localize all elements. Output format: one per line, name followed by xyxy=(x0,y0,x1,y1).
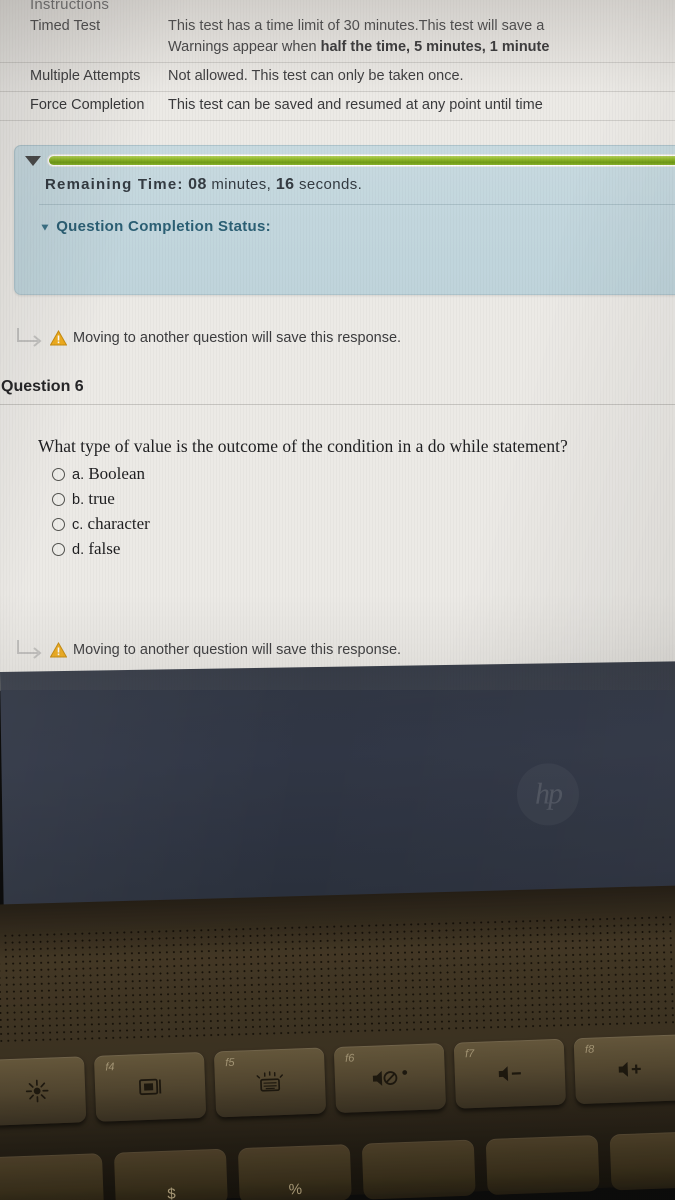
volume-down-icon xyxy=(498,1066,521,1082)
key-f8-label: f8 xyxy=(584,1043,595,1056)
remaining-time-label: Remaining Time: xyxy=(45,176,184,193)
instructions-value-force-completion: This test can be saved and resumed at an… xyxy=(168,97,543,114)
instructions-heading: Instructions xyxy=(30,0,110,10)
instructions-row-force-completion: Force Completion This test can be saved … xyxy=(0,92,675,121)
save-response-warning-text-bottom: Moving to another question will save thi… xyxy=(73,642,402,658)
answer-option-d[interactable]: d. false xyxy=(52,537,675,562)
number-key-percent[interactable]: % xyxy=(237,1144,352,1200)
remaining-minutes-value: 08 xyxy=(188,176,207,193)
answer-option-c[interactable]: c. character xyxy=(52,512,675,537)
question-completion-status-toggle[interactable]: ▼ Question Completion Status: xyxy=(15,205,675,235)
save-response-warning-top: Moving to another question will save thi… xyxy=(14,326,401,350)
mute-speaker-icon xyxy=(372,1070,408,1086)
radio-button-b[interactable] xyxy=(52,492,65,506)
test-instructions-panel: Instructions Timed Test This test has a … xyxy=(0,0,675,121)
save-response-warning-text-top: Moving to another question will save thi… xyxy=(73,330,402,346)
question-heading: Question 6 xyxy=(1,378,84,395)
timed-test-line2-pre: Warnings appear when xyxy=(168,39,321,56)
instructions-label-multiple-attempts: Multiple Attempts xyxy=(30,68,141,85)
instructions-label-timed-test: Timed Test xyxy=(30,18,101,34)
answer-option-c-letter: c. xyxy=(72,517,84,534)
timer-bar-row xyxy=(15,146,675,167)
key-f7-volume-down[interactable]: f7 xyxy=(453,1038,567,1109)
remaining-minutes-unit: minutes, xyxy=(211,176,272,193)
return-arrow-icon xyxy=(17,640,42,659)
number-key-dollar[interactable]: $ xyxy=(113,1148,228,1200)
answer-option-b-letter: b. xyxy=(72,492,85,509)
answer-option-c-label: c. character xyxy=(72,514,150,534)
number-key-5[interactable] xyxy=(485,1134,600,1196)
keyboard-backlight-icon xyxy=(256,1071,284,1092)
key-f5-keyboard-backlight[interactable]: f5 xyxy=(213,1047,327,1118)
number-key-1[interactable] xyxy=(0,1153,104,1200)
key-brightness-up[interactable] xyxy=(0,1056,87,1126)
remaining-seconds-value: 16 xyxy=(275,176,295,193)
double-chevron-down-icon: ▼ xyxy=(39,220,52,233)
radio-button-d[interactable] xyxy=(52,542,65,556)
answer-options-list: a. Boolean b. true c. character d. false xyxy=(52,462,675,562)
answer-option-b-text: true xyxy=(88,489,115,509)
key-f6-mute[interactable]: f6 xyxy=(333,1043,447,1114)
number-key-6[interactable] xyxy=(609,1130,675,1191)
radio-button-c[interactable] xyxy=(52,517,65,531)
answer-option-b-label: b. true xyxy=(72,489,115,509)
answer-option-d-text: false xyxy=(88,539,121,559)
radio-button-a[interactable] xyxy=(52,467,65,481)
key-f4-display-switch[interactable]: f4 xyxy=(93,1051,207,1122)
display-switch-icon xyxy=(139,1078,162,1096)
answer-option-a[interactable]: a. Boolean xyxy=(52,462,675,487)
timed-test-line2: Warnings appear when half the time, 5 mi… xyxy=(168,37,675,58)
key-f5-label: f5 xyxy=(225,1056,235,1070)
instructions-row-timed-test: Timed Test This test has a time limit of… xyxy=(0,13,675,63)
remaining-seconds-unit: seconds. xyxy=(299,176,363,193)
warning-triangle-icon xyxy=(50,642,67,658)
return-arrow-icon xyxy=(17,328,42,347)
answer-option-a-text: Boolean xyxy=(88,464,145,484)
triangle-down-icon[interactable] xyxy=(25,156,41,166)
question-heading-rule xyxy=(0,404,675,405)
instructions-row-multiple-attempts: Multiple Attempts Not allowed. This test… xyxy=(0,63,675,92)
question-prompt: What type of value is the outcome of the… xyxy=(38,436,568,456)
number-key-4[interactable] xyxy=(361,1139,476,1200)
brightness-up-icon xyxy=(25,1079,49,1103)
browser-screen-area: Instructions Timed Test This test has a … xyxy=(0,0,675,690)
photo-of-laptop-screen: Instructions Timed Test This test has a … xyxy=(0,0,675,1200)
timer-panel: Remaining Time: 08 minutes, 16 seconds. … xyxy=(14,145,675,295)
question-body: What type of value is the outcome of the… xyxy=(38,436,675,562)
key-f7-label: f7 xyxy=(464,1047,475,1061)
answer-option-a-label: a. Boolean xyxy=(72,464,145,484)
answer-option-a-letter: a. xyxy=(72,467,85,484)
key-f8-volume-up[interactable]: f8 xyxy=(573,1034,675,1105)
instructions-label-force-completion: Force Completion xyxy=(30,97,145,114)
key-f6-label: f6 xyxy=(344,1052,355,1065)
volume-up-icon xyxy=(618,1061,641,1077)
answer-option-b[interactable]: b. true xyxy=(52,487,675,512)
save-response-warning-bottom: Moving to another question will save thi… xyxy=(14,638,401,662)
timed-test-line2-bold: half the time, 5 minutes, 1 minute xyxy=(320,39,550,56)
remaining-time-text: Remaining Time: 08 minutes, 16 seconds. xyxy=(15,167,675,194)
question-completion-status-label: Question Completion Status: xyxy=(56,218,271,235)
instructions-value-multiple-attempts: Not allowed. This test can only be taken… xyxy=(168,68,464,85)
timed-test-line1: This test has a time limit of 30 minutes… xyxy=(168,18,545,34)
time-progress-bar xyxy=(47,154,675,167)
instructions-table: Timed Test This test has a time limit of… xyxy=(0,13,675,121)
warning-triangle-icon xyxy=(50,330,67,346)
answer-option-c-text: character xyxy=(87,514,150,534)
answer-option-d-letter: d. xyxy=(72,542,85,559)
key-f4-label: f4 xyxy=(105,1061,115,1074)
answer-option-d-label: d. false xyxy=(72,539,120,559)
instructions-value-timed-test: This test has a time limit of 30 minutes… xyxy=(168,13,675,63)
time-progress-fill xyxy=(49,156,675,165)
